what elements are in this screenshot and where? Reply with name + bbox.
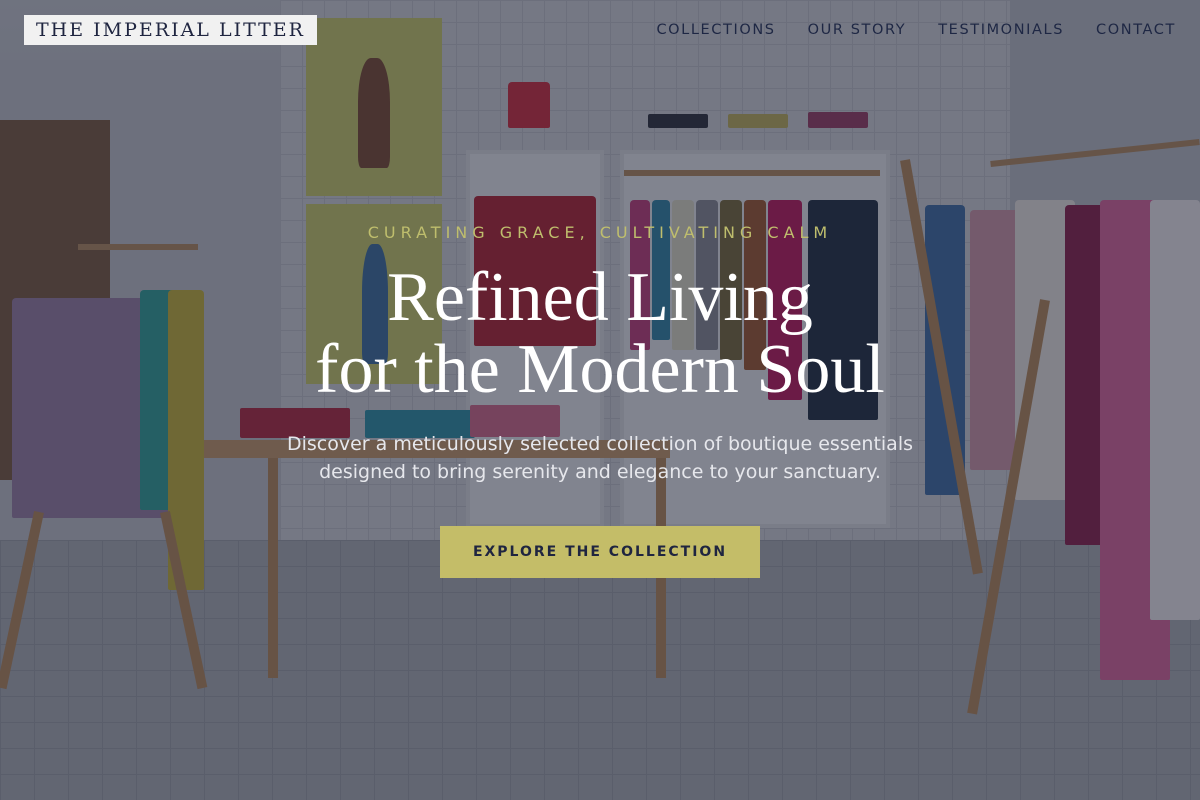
hero-section: CURATING GRACE, CULTIVATING CALM Refined… (0, 0, 1200, 800)
subtext-line-1: Discover a meticulously selected collect… (286, 433, 914, 455)
explore-collection-button[interactable]: EXPLORE THE COLLECTION (440, 526, 760, 578)
subtext-line-2: designed to bring serenity and elegance … (319, 461, 881, 483)
hero-subtext: Discover a meticulously selected collect… (0, 430, 1200, 486)
headline-line-2: for the Modern Soul (315, 331, 885, 408)
headline-line-1: Refined Living (387, 259, 813, 336)
hero-eyebrow: CURATING GRACE, CULTIVATING CALM (367, 223, 833, 242)
hero-headline: Refined Living for the Modern Soul (0, 262, 1200, 406)
